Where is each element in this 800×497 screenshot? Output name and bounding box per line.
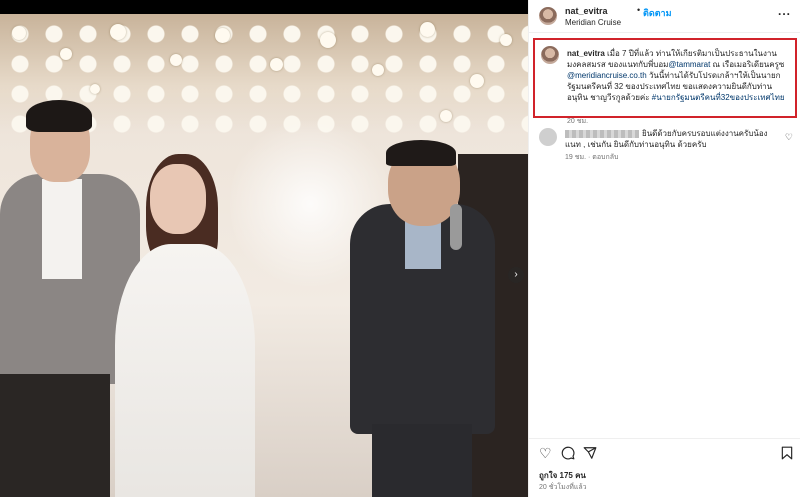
- comment-time: 19 ชม.: [565, 154, 587, 161]
- location-link[interactable]: Meridian Cruise: [565, 18, 621, 27]
- bookmark-icon[interactable]: [781, 444, 793, 464]
- bride-figure: [115, 244, 255, 497]
- commenter-username-blurred[interactable]: [565, 129, 639, 138]
- comment-text: ยินดีด้วยกับครบรอบแต่งงานครับน้องแนท , เ…: [565, 128, 775, 150]
- caption-text: nat_evitra เมื่อ 7 ปีที่แล้ว ท่านให้เกีย…: [567, 48, 793, 103]
- follow-button[interactable]: ติดตาม: [643, 6, 672, 20]
- comment-meta: 19 ชม. · ตอบกลับ: [565, 154, 619, 161]
- more-icon[interactable]: ...: [778, 4, 791, 18]
- avatar[interactable]: [539, 7, 557, 25]
- post-side-panel: nat_evitra • ติดตาม Meridian Cruise ... …: [528, 0, 800, 497]
- divider: [529, 438, 800, 439]
- separator-dot: •: [637, 5, 641, 15]
- next-arrow-icon[interactable]: ›: [508, 267, 524, 283]
- header-username[interactable]: nat_evitra: [565, 6, 608, 16]
- caption-highlight: nat_evitra เมื่อ 7 ปีที่แล้ว ท่านให้เกีย…: [533, 38, 797, 125]
- heart-icon[interactable]: ♡: [539, 444, 552, 462]
- post-photo[interactable]: ›: [0, 14, 528, 497]
- comment-icon[interactable]: [561, 444, 575, 464]
- caption-part-2: ณ เรือเมอริเดียนครูซ: [710, 60, 785, 69]
- groom-shirt: [42, 179, 82, 279]
- comment-item: ยินดีด้วยกับครบรอบแต่งงานครับน้องแนท , เ…: [529, 124, 800, 164]
- groom-hair: [26, 100, 92, 132]
- caption-username[interactable]: nat_evitra: [567, 49, 605, 58]
- divider: [529, 32, 800, 33]
- action-bar: ♡: [529, 444, 800, 464]
- mention-tammarat[interactable]: @tammarat: [668, 60, 710, 69]
- hashtag-link[interactable]: #นายกรัฐมนตรีคนที่32ของประเทศไทย: [652, 93, 785, 102]
- share-icon[interactable]: [583, 444, 597, 464]
- post-timestamp: 20 ชั่วโมงที่แล้ว: [539, 484, 587, 491]
- groom-pants: [0, 374, 110, 497]
- like-count[interactable]: ถูกใจ 175 คน: [539, 469, 586, 482]
- microphone: [450, 204, 462, 250]
- post-header: nat_evitra • ติดตาม Meridian Cruise ...: [529, 0, 800, 32]
- caption-avatar[interactable]: [541, 46, 559, 64]
- top-black-bar: [0, 0, 528, 14]
- speaker-hair: [386, 140, 456, 166]
- reply-button[interactable]: ตอบกลับ: [592, 154, 618, 161]
- bride-head: [150, 164, 206, 234]
- mention-meridiancruise[interactable]: @meridiancruise.co.th: [567, 71, 647, 80]
- comment-heart-icon[interactable]: ♡: [785, 132, 793, 143]
- speaker-pants: [372, 424, 472, 497]
- commenter-avatar[interactable]: [539, 128, 557, 146]
